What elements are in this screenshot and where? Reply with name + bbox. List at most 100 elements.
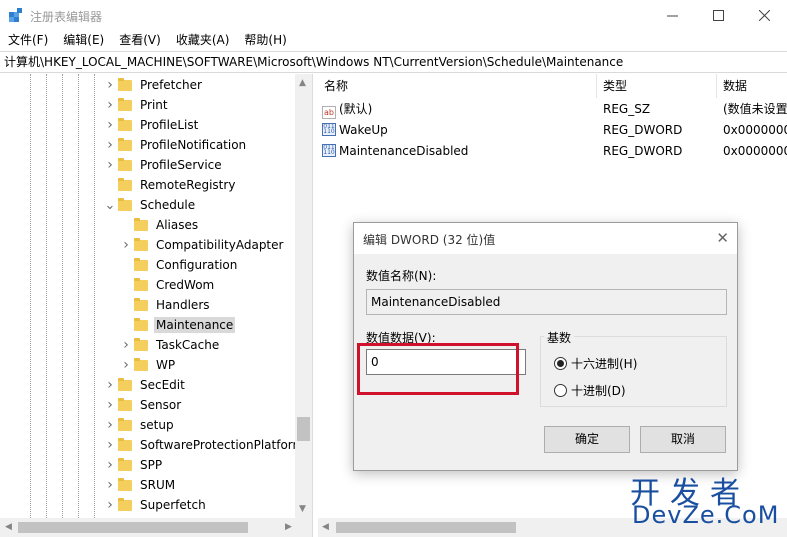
tree-item[interactable]: › Sensor: [104, 395, 183, 415]
tree-item-label: SRUM: [140, 478, 176, 492]
tree-item[interactable]: Handlers: [120, 295, 212, 315]
tree-item[interactable]: › setup: [104, 415, 176, 435]
registry-editor-icon: [9, 8, 22, 22]
column-header-data[interactable]: 数据: [717, 74, 787, 98]
chevron-right-icon[interactable]: ›: [120, 335, 132, 355]
tree-item-label: Superfetch: [140, 498, 206, 512]
tree-item[interactable]: › ProfileService: [104, 155, 224, 175]
tree-scroll-thumb[interactable]: [297, 417, 310, 441]
chevron-right-icon[interactable]: ›: [120, 235, 132, 255]
tree-item[interactable]: ⌄ Schedule: [104, 195, 197, 215]
chevron-right-icon[interactable]: ›: [104, 495, 116, 515]
folder-icon: [118, 437, 132, 451]
address-bar[interactable]: 计算机\HKEY_LOCAL_MACHINE\SOFTWARE\Microsof…: [0, 51, 787, 73]
value-type: REG_DWORD: [603, 144, 683, 158]
tree-item-label: Configuration: [156, 258, 238, 272]
ok-button[interactable]: 确定: [544, 426, 630, 453]
chevron-right-icon[interactable]: ›: [104, 75, 116, 95]
folder-icon: [118, 157, 132, 171]
folder-icon: [134, 277, 148, 291]
chevron-right-icon[interactable]: ›: [104, 475, 116, 495]
menu-favorites[interactable]: 收藏夹(A): [168, 30, 237, 51]
chevron-right-icon[interactable]: ›: [120, 355, 132, 375]
chevron-right-icon[interactable]: ›: [104, 155, 116, 175]
column-header-name[interactable]: 名称: [318, 74, 597, 98]
tree-guide: [94, 74, 95, 518]
menu-help[interactable]: 帮助(H): [236, 30, 293, 51]
radio-decimal[interactable]: 十进制(D): [554, 382, 626, 399]
folder-icon: [134, 257, 148, 271]
chevron-right-icon[interactable]: ›: [104, 135, 116, 155]
value-row[interactable]: 011 110 MaintenanceDisabled: [322, 141, 787, 162]
column-header-type[interactable]: 类型: [597, 74, 717, 98]
radio-hexadecimal[interactable]: 十六进制(H): [554, 355, 637, 372]
tree-item[interactable]: RemoteRegistry: [104, 175, 237, 195]
tree-item[interactable]: › Print: [104, 95, 170, 115]
value-name-field: MaintenanceDisabled: [366, 289, 727, 315]
chevron-right-icon[interactable]: ›: [104, 455, 116, 475]
chevron-right-icon[interactable]: ›: [104, 395, 116, 415]
string-value-icon: ab: [322, 106, 336, 119]
chevron-down-icon[interactable]: ⌄: [104, 195, 116, 215]
menu-view[interactable]: 查看(V): [111, 30, 168, 51]
folder-icon: [118, 397, 132, 411]
tree-item[interactable]: › SecEdit: [104, 375, 187, 395]
chevron-right-icon[interactable]: ›: [104, 375, 116, 395]
tree-item[interactable]: Aliases: [120, 215, 200, 235]
tree-hscroll-thumb[interactable]: [18, 522, 248, 533]
scroll-down-arrow-icon[interactable]: ▼: [299, 504, 306, 514]
chevron-right-icon[interactable]: ›: [104, 415, 116, 435]
tree-item[interactable]: › ProfileList: [104, 115, 200, 135]
value-row[interactable]: 011 110 WakeUp: [322, 120, 787, 141]
tree-guide: [30, 74, 31, 518]
tree-item-label: SPP: [140, 458, 163, 472]
dialog-title: 编辑 DWORD (32 位)值: [363, 233, 496, 247]
chevron-right-icon[interactable]: ›: [104, 95, 116, 115]
tree-item[interactable]: › CompatibilityAdapter: [120, 235, 285, 255]
tree-item[interactable]: › SRUM: [104, 475, 177, 495]
tree-item[interactable]: › Superfetch: [104, 495, 208, 515]
value-row[interactable]: ab (默认): [322, 99, 787, 120]
highlight-box: [357, 343, 519, 395]
scroll-up-arrow-icon[interactable]: ▲: [299, 78, 306, 88]
menu-edit[interactable]: 编辑(E): [55, 30, 111, 51]
folder-icon: [118, 497, 132, 511]
tree-item-label: Prefetcher: [140, 78, 202, 92]
tree-guide: [46, 74, 47, 518]
close-button[interactable]: [741, 0, 787, 30]
tree-item[interactable]: CredWom: [120, 275, 216, 295]
menu-file[interactable]: 文件(F): [0, 30, 55, 51]
tree-item[interactable]: › WP: [120, 355, 177, 375]
chevron-right-icon[interactable]: ›: [104, 115, 116, 135]
tree-item[interactable]: › ProfileNotification: [104, 135, 248, 155]
folder-icon: [134, 317, 148, 331]
binary-value-icon: 011 110: [322, 144, 336, 157]
folder-icon: [134, 297, 148, 311]
chevron-right-icon[interactable]: ›: [104, 435, 116, 455]
radio-checked-icon: [554, 357, 567, 370]
radio-label: 十进制(D): [571, 384, 626, 398]
tree-item-label: CredWom: [156, 278, 215, 292]
tree-item[interactable]: Maintenance: [120, 315, 236, 335]
tree-item[interactable]: Configuration: [120, 255, 239, 275]
menu-bar: 文件(F) 编辑(E) 查看(V) 收藏夹(A) 帮助(H): [0, 30, 787, 51]
value-type: REG_DWORD: [603, 123, 683, 137]
dialog-close-icon[interactable]: ✕: [716, 229, 729, 247]
list-hscroll-thumb[interactable]: [336, 522, 516, 533]
tree-vertical-scrollbar[interactable]: [295, 74, 312, 518]
tree-item[interactable]: › SPP: [104, 455, 164, 475]
cancel-button[interactable]: 取消: [640, 426, 726, 453]
minimize-button[interactable]: [649, 0, 695, 30]
scroll-right-arrow-icon[interactable]: ▶: [285, 522, 292, 532]
window-title: 注册表编辑器: [30, 10, 103, 24]
maximize-button[interactable]: [695, 0, 741, 30]
value-name: (默认): [339, 102, 373, 116]
tree-item-label: ProfileNotification: [140, 138, 247, 152]
scroll-left-arrow-icon[interactable]: ◀: [322, 522, 329, 532]
tree-item[interactable]: › SoftwareProtectionPlatform: [104, 435, 306, 455]
tree-item[interactable]: › TaskCache: [120, 335, 221, 355]
tree-item[interactable]: › Prefetcher: [104, 75, 204, 95]
scroll-left-arrow-icon[interactable]: ◀: [5, 522, 12, 532]
